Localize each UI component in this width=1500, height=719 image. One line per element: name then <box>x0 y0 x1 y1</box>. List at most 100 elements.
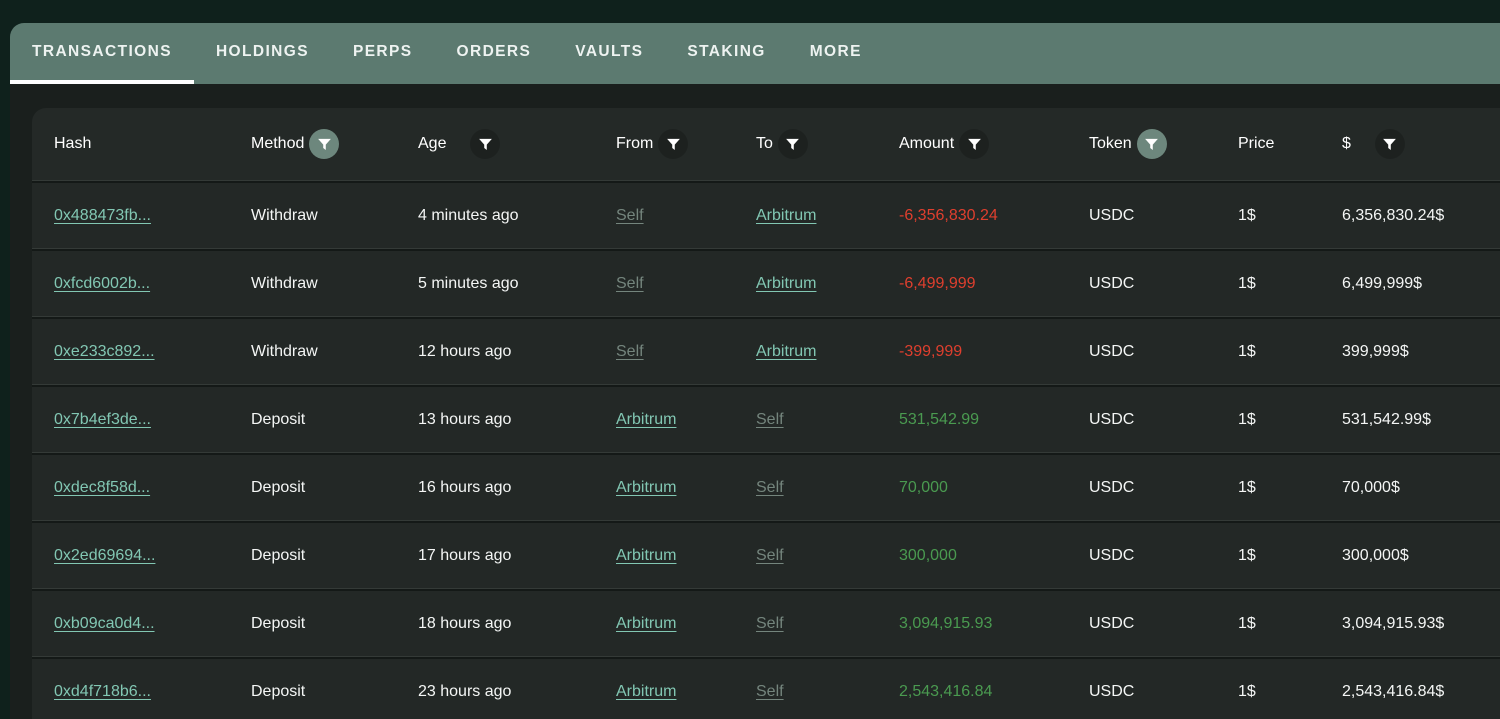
age-value: 13 hours ago <box>418 411 511 429</box>
from-link[interactable]: Arbitrum <box>616 411 676 429</box>
col-header-label: From <box>616 135 653 153</box>
usd-value: 3,094,915.93$ <box>1342 615 1444 633</box>
tab-transactions[interactable]: TRANSACTIONS <box>10 23 194 84</box>
method-value: Deposit <box>251 615 305 633</box>
tab-perps[interactable]: PERPS <box>331 23 435 84</box>
amount-value: -399,999 <box>899 343 962 361</box>
tab-staking[interactable]: STAKING <box>665 23 787 84</box>
from-link[interactable]: Arbitrum <box>616 547 676 565</box>
table-header-row: HashMethodAgeFromToAmountTokenPrice$ <box>32 108 1500 180</box>
usd-value: 6,356,830.24$ <box>1342 207 1444 225</box>
token-value: USDC <box>1089 683 1134 701</box>
usd-value: 399,999$ <box>1342 343 1409 361</box>
method-value: Deposit <box>251 683 305 701</box>
col-header-age: Age <box>418 129 616 159</box>
funnel-icon <box>477 136 494 153</box>
table-row: 0x7b4ef3de...Deposit13 hours agoArbitrum… <box>32 387 1500 452</box>
col-header-label: Hash <box>54 135 91 153</box>
filter-button-age[interactable] <box>470 129 500 159</box>
to-link[interactable]: Self <box>756 479 784 497</box>
to-link[interactable]: Self <box>756 683 784 701</box>
table-row: 0xe233c892...Withdraw12 hours agoSelfArb… <box>32 319 1500 384</box>
age-value: 23 hours ago <box>418 683 511 701</box>
funnel-icon <box>316 136 333 153</box>
filter-button-method[interactable] <box>309 129 339 159</box>
hash-link[interactable]: 0xb09ca0d4... <box>54 615 155 633</box>
amount-value: 531,542.99 <box>899 411 979 429</box>
price-value: 1$ <box>1238 615 1256 633</box>
from-link[interactable]: Arbitrum <box>616 479 676 497</box>
col-header-label: Price <box>1238 135 1274 153</box>
col-header-token: Token <box>1089 129 1238 159</box>
from-link[interactable]: Arbitrum <box>616 615 676 633</box>
price-value: 1$ <box>1238 479 1256 497</box>
method-value: Withdraw <box>251 275 318 293</box>
token-value: USDC <box>1089 615 1134 633</box>
col-header-usd: $ <box>1342 129 1500 159</box>
funnel-icon <box>1381 136 1398 153</box>
from-link[interactable]: Self <box>616 207 644 225</box>
tab-holdings[interactable]: HOLDINGS <box>194 23 331 84</box>
method-value: Deposit <box>251 479 305 497</box>
method-value: Withdraw <box>251 207 318 225</box>
table-row: 0xdec8f58d...Deposit16 hours agoArbitrum… <box>32 455 1500 520</box>
table-body: 0x488473fb...Withdraw4 minutes agoSelfAr… <box>32 180 1500 719</box>
to-link[interactable]: Arbitrum <box>756 207 816 225</box>
tab-more[interactable]: MORE <box>788 23 884 84</box>
price-value: 1$ <box>1238 411 1256 429</box>
funnel-icon <box>784 136 801 153</box>
price-value: 1$ <box>1238 547 1256 565</box>
filter-button-to[interactable] <box>778 129 808 159</box>
hash-link[interactable]: 0xe233c892... <box>54 343 155 361</box>
col-header-label: $ <box>1342 135 1351 153</box>
usd-value: 2,543,416.84$ <box>1342 683 1444 701</box>
token-value: USDC <box>1089 411 1134 429</box>
tab-label: MORE <box>810 43 862 61</box>
tab-vaults[interactable]: VAULTS <box>553 23 665 84</box>
hash-link[interactable]: 0x7b4ef3de... <box>54 411 151 429</box>
tab-label: TRANSACTIONS <box>32 43 172 61</box>
amount-value: -6,356,830.24 <box>899 207 998 225</box>
col-header-label: Age <box>418 135 446 153</box>
token-value: USDC <box>1089 207 1134 225</box>
price-value: 1$ <box>1238 207 1256 225</box>
token-value: USDC <box>1089 547 1134 565</box>
amount-value: 3,094,915.93 <box>899 615 992 633</box>
hash-link[interactable]: 0x488473fb... <box>54 207 151 225</box>
from-link[interactable]: Self <box>616 275 644 293</box>
to-link[interactable]: Self <box>756 411 784 429</box>
filter-button-usd[interactable] <box>1375 129 1405 159</box>
col-header-label: Token <box>1089 135 1132 153</box>
usd-value: 531,542.99$ <box>1342 411 1431 429</box>
age-value: 17 hours ago <box>418 547 511 565</box>
usd-value: 70,000$ <box>1342 479 1400 497</box>
token-value: USDC <box>1089 479 1134 497</box>
price-value: 1$ <box>1238 683 1256 701</box>
hash-link[interactable]: 0xd4f718b6... <box>54 683 151 701</box>
filter-button-amount[interactable] <box>959 129 989 159</box>
tab-orders[interactable]: ORDERS <box>435 23 554 84</box>
from-link[interactable]: Self <box>616 343 644 361</box>
amount-value: 2,543,416.84 <box>899 683 992 701</box>
to-link[interactable]: Self <box>756 615 784 633</box>
to-link[interactable]: Arbitrum <box>756 275 816 293</box>
usd-value: 300,000$ <box>1342 547 1409 565</box>
from-link[interactable]: Arbitrum <box>616 683 676 701</box>
age-value: 5 minutes ago <box>418 275 519 293</box>
hash-link[interactable]: 0xdec8f58d... <box>54 479 150 497</box>
to-link[interactable]: Self <box>756 547 784 565</box>
hash-link[interactable]: 0x2ed69694... <box>54 547 155 565</box>
filter-button-from[interactable] <box>658 129 688 159</box>
filter-button-token[interactable] <box>1137 129 1167 159</box>
usd-value: 6,499,999$ <box>1342 275 1422 293</box>
price-value: 1$ <box>1238 275 1256 293</box>
col-header-from: From <box>616 129 756 159</box>
to-link[interactable]: Arbitrum <box>756 343 816 361</box>
table-row: 0xd4f718b6... Deposit 23 hours ago Arbitrum… <box>32 659 1500 719</box>
method-value: Deposit <box>251 547 305 565</box>
col-header-label: To <box>756 135 773 153</box>
col-header-hash: Hash <box>54 135 251 153</box>
table-row: 0xfcd6002b... Withdraw 5 minutes ago Self Ar… <box>32 251 1500 316</box>
hash-link[interactable]: 0xfcd6002b... <box>54 275 150 293</box>
amount-value: -6,499,999 <box>899 275 976 293</box>
